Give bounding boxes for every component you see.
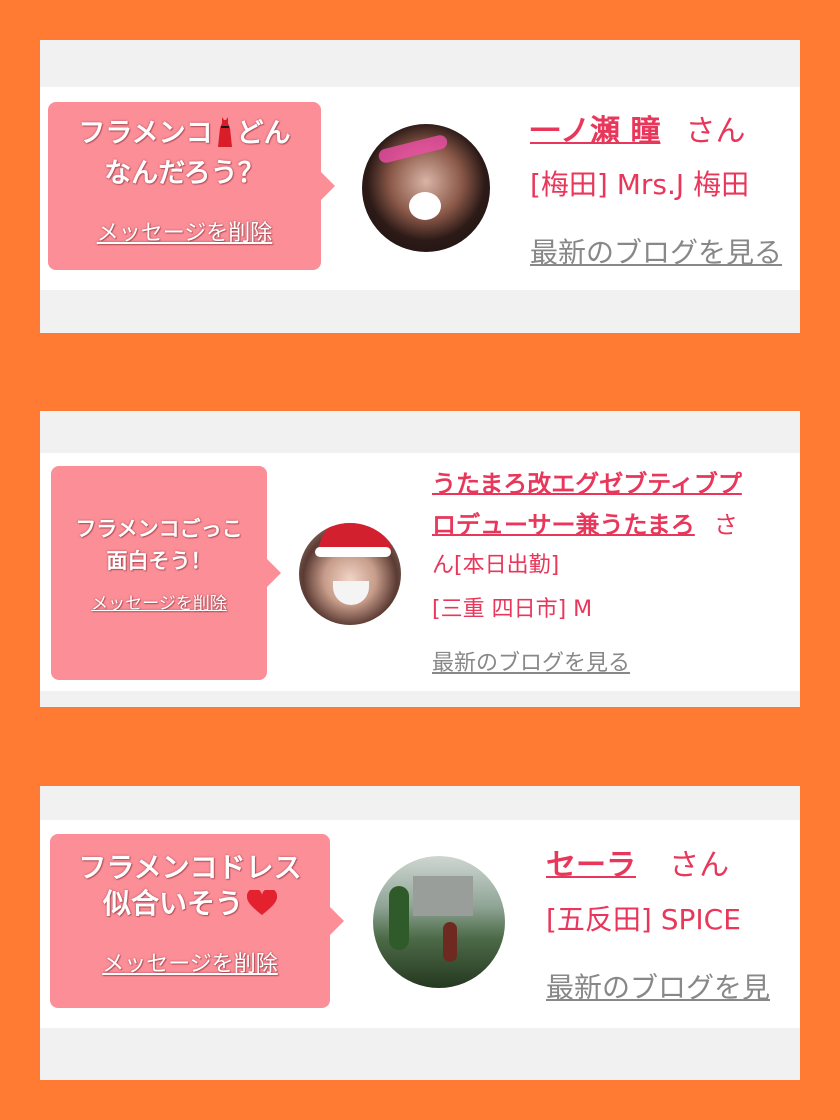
message-card: フラメンコごっこ 面白そう！ メッセージを削除 うたまろ改エグゼブティブプ ロデ… (40, 411, 800, 707)
card-divider (40, 786, 800, 820)
avatar[interactable] (373, 856, 505, 988)
latest-blog-link[interactable]: 最新のブログを見る (432, 645, 630, 677)
delete-message-link[interactable]: メッセージを削除 (97, 215, 273, 247)
profile-name-link[interactable]: セーラ (546, 848, 636, 883)
latest-blog-link[interactable]: 最新のブログを見る (530, 231, 782, 271)
card-divider (40, 411, 800, 453)
message-line: 似合いそう (102, 887, 243, 921)
message-line: フラメンコドレス (78, 851, 302, 884)
card-divider (40, 40, 800, 87)
profile-name-link[interactable]: ロデューサー兼うたまろ (432, 511, 695, 539)
beard (333, 581, 369, 605)
building (413, 876, 473, 916)
profile-name-link[interactable]: うたまろ改エグゼブティブプ (432, 470, 742, 498)
shop-label: [梅田] Mrs.J 梅田 (530, 168, 750, 201)
avatar[interactable] (299, 523, 401, 625)
message-bubble: フラメンコドレス 似合いそう メッセージを削除 (50, 834, 344, 1008)
message-bubble: フラメンコ どん なんだろう？ メッセージを削除 (48, 102, 335, 270)
message-line: フラメンコ (78, 118, 213, 149)
heart-icon (246, 888, 278, 925)
honorific-and-status: ん[本日出勤] (432, 553, 560, 578)
person (443, 922, 457, 962)
honorific: さ (713, 511, 738, 539)
hat-trim (315, 547, 391, 557)
message-text: フラメンコドレス 似合いそう (50, 850, 330, 926)
profile-name-link[interactable]: 一ノ瀬 瞳 (530, 114, 660, 149)
message-bubble: フラメンコごっこ 面白そう！ メッセージを削除 (51, 466, 281, 680)
shop-label: [五反田] SPICE (546, 903, 741, 936)
message-line: フラメンコごっこ (75, 517, 243, 541)
delete-message-link[interactable]: メッセージを削除 (102, 946, 278, 978)
face-blur (409, 192, 441, 220)
honorific: さん (685, 114, 746, 149)
card-divider (40, 691, 800, 707)
message-text: フラメンコごっこ 面白そう！ (51, 514, 267, 577)
message-line: なんだろう？ (104, 158, 265, 190)
palm-tree (389, 886, 409, 950)
latest-blog-link[interactable]: 最新のブログを見 (546, 966, 770, 1006)
card-divider (40, 290, 800, 333)
hair-decoration (377, 133, 449, 165)
message-card: フラメンコ どん なんだろう？ メッセージを削除 一ノ瀬 瞳 さん [梅田] M… (40, 40, 800, 333)
shop-label: [三重 四日市] M (432, 597, 593, 622)
avatar[interactable] (362, 124, 490, 252)
message-card: フラメンコドレス 似合いそう メッセージを削除 セーラ さん [五反田] SPI… (40, 786, 800, 1080)
message-text: フラメンコ どん なんだろう？ (48, 116, 321, 191)
delete-message-link[interactable]: メッセージを削除 (91, 589, 227, 614)
message-line: どん (236, 118, 291, 149)
card-divider (40, 1028, 800, 1080)
message-line: 面白そう！ (106, 548, 212, 573)
honorific: さん (669, 848, 730, 883)
red-dress-icon (217, 117, 233, 156)
